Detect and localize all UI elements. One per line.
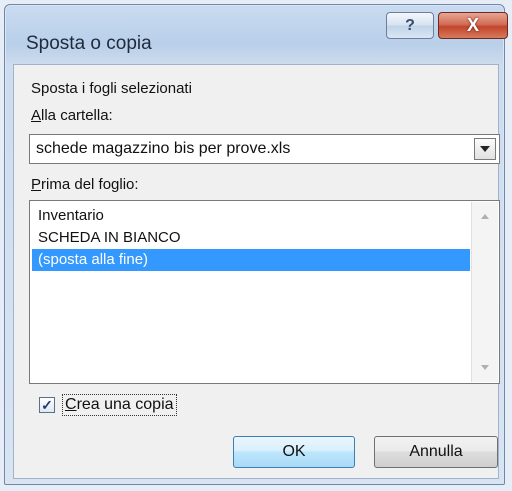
chevron-down-icon <box>480 146 490 152</box>
to-book-value: schede magazzino bis per prove.xls <box>36 140 291 157</box>
scroll-down-icon[interactable] <box>481 365 489 370</box>
ok-label: OK <box>282 443 306 460</box>
to-book-dropdown-button[interactable] <box>474 138 496 160</box>
list-item-selected[interactable]: (sposta alla fine) <box>32 249 470 271</box>
create-copy-label-rest: rea una copia <box>76 396 174 413</box>
create-copy-checkbox[interactable]: ✓ <box>39 397 55 413</box>
list-item[interactable]: SCHEDA IN BIANCO <box>32 227 470 249</box>
move-sheets-label: Sposta i fogli selezionati <box>31 80 192 97</box>
before-sheet-listbox[interactable]: Inventario SCHEDA IN BIANCO (sposta alla… <box>29 200 500 384</box>
list-item[interactable]: Inventario <box>32 205 470 227</box>
before-sheet-label-rest: rima del foglio: <box>41 176 139 193</box>
cancel-label: Annulla <box>409 443 463 460</box>
to-book-combobox[interactable]: schede magazzino bis per prove.xls <box>29 134 500 164</box>
help-icon: ? <box>405 16 415 34</box>
create-copy-label[interactable]: Crea una copia <box>62 394 177 416</box>
list-scrollbar[interactable] <box>471 202 498 382</box>
scroll-up-icon[interactable] <box>481 214 489 219</box>
help-button[interactable]: ? <box>386 12 434 39</box>
ok-button[interactable]: OK <box>233 436 355 468</box>
to-book-label: Alla cartella: <box>31 107 113 124</box>
close-button[interactable]: X <box>438 12 508 39</box>
checkmark-icon: ✓ <box>41 397 53 413</box>
before-sheet-label-accel: P <box>31 176 42 193</box>
close-icon: X <box>466 15 479 35</box>
cancel-button[interactable]: Annulla <box>374 436 498 468</box>
create-copy-label-accel: C <box>65 396 77 413</box>
window-title: Sposta o copia <box>26 33 152 54</box>
before-sheet-label: Prima del foglio: <box>31 176 139 193</box>
to-book-label-rest: lla cartella: <box>41 107 113 124</box>
to-book-label-accel: A <box>31 107 42 124</box>
